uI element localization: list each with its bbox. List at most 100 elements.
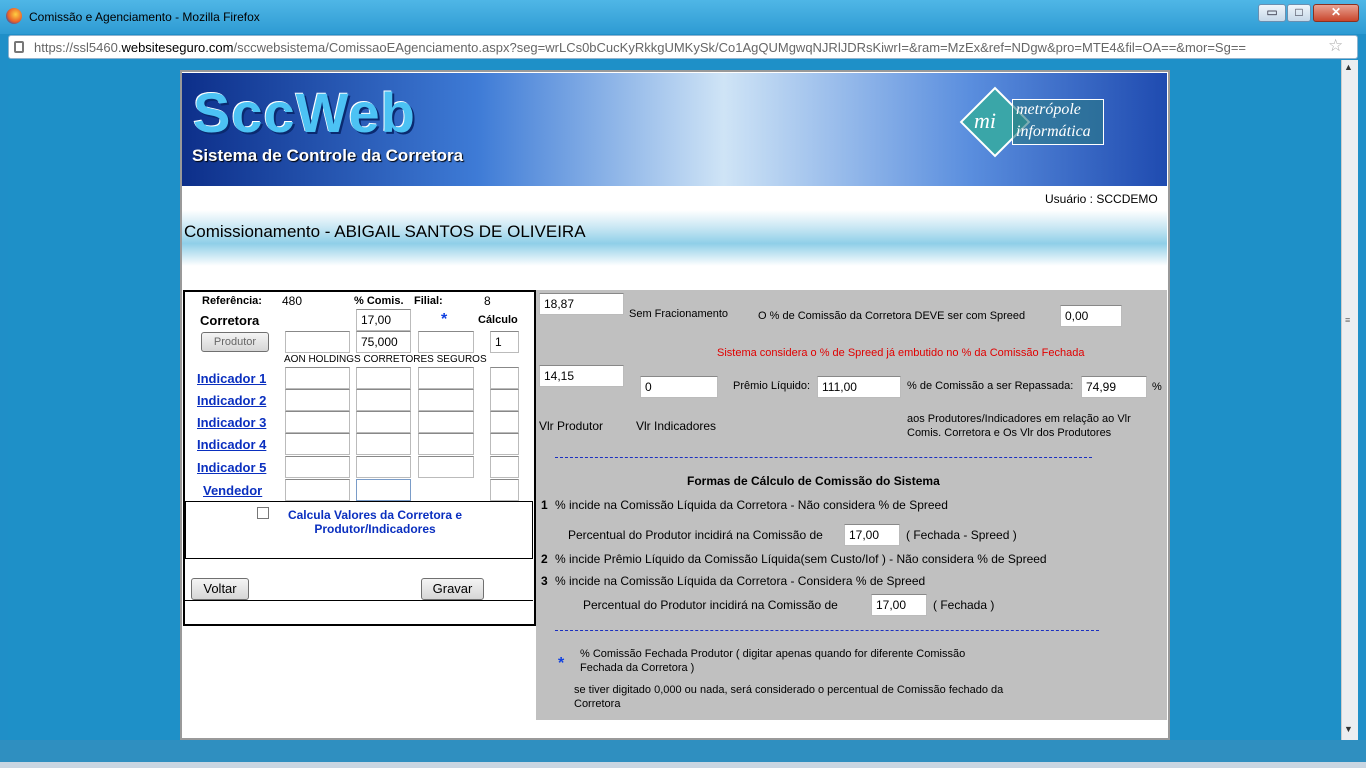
produtor-field-input[interactable]: [418, 331, 474, 353]
indicador3-link[interactable]: Indicador 3: [197, 415, 266, 430]
perc3-input[interactable]: 17,00: [871, 594, 927, 616]
indicador4-link[interactable]: Indicador 4: [197, 437, 266, 452]
logo-subtitle: Sistema de Controle da Corretora: [192, 146, 464, 165]
gravar-button[interactable]: Gravar: [421, 578, 484, 600]
calcula-label: Calcula Valores da Corretora e Produtor/…: [287, 508, 463, 536]
indicador1-comis-input[interactable]: [356, 367, 411, 389]
valor-produtor-input[interactable]: 14,15: [539, 365, 624, 387]
indicador3-code-input[interactable]: [285, 411, 350, 433]
user-label: Usuário : SCCDEMO: [1045, 192, 1158, 206]
ref-value: 480: [282, 294, 303, 308]
divider-2: [555, 630, 1099, 631]
produtor-button[interactable]: Produtor: [201, 332, 269, 352]
divider-1: [555, 457, 1092, 458]
partner-line1: metrópole: [1016, 101, 1081, 118]
window-title: Comissão e Agenciamento - Mozilla Firefo…: [29, 10, 260, 24]
status-bar: [0, 762, 1366, 768]
indicador1-field-input[interactable]: [418, 367, 474, 389]
indicador5-field-input[interactable]: [418, 456, 474, 478]
note2-line2: Corretora: [574, 698, 621, 710]
indicador1-code-input[interactable]: [285, 367, 350, 389]
vendedor-calc-input[interactable]: [490, 479, 519, 501]
required-star: *: [441, 311, 448, 328]
corretora-comis-input[interactable]: 17,00: [356, 309, 411, 331]
formula-3-text: % incide na Comissão Líquida da Corretor…: [555, 574, 926, 588]
vendedor-code-input[interactable]: [285, 479, 350, 501]
note1-line2: Fechada da Corretora ): [580, 662, 695, 674]
indicador4-field-input[interactable]: [418, 433, 474, 455]
repassada-input[interactable]: 74,99: [1081, 376, 1147, 398]
spreed-warning: Sistema considera o % de Spreed já embut…: [717, 347, 1085, 359]
indicador5-code-input[interactable]: [285, 456, 350, 478]
indicador4-code-input[interactable]: [285, 433, 350, 455]
indicador1-link[interactable]: Indicador 1: [197, 371, 266, 386]
percent-sign: %: [1152, 381, 1162, 393]
aos-note-2: Comis. Corretora e Os Vlr dos Produtores: [907, 427, 1112, 439]
premio-input[interactable]: 111,00: [817, 376, 901, 398]
vendedor-link[interactable]: Vendedor: [203, 483, 262, 498]
indicador2-link[interactable]: Indicador 2: [197, 393, 266, 408]
indicador3-comis-input[interactable]: [356, 411, 411, 433]
produtor-name: AON HOLDINGS CORRETORES SEGUROS: [284, 354, 487, 365]
indicador5-link[interactable]: Indicador 5: [197, 460, 266, 475]
filial-value: 8: [484, 294, 491, 308]
aos-note-1: aos Produtores/Indicadores em relação ao…: [907, 413, 1131, 425]
indicador2-calc-input[interactable]: [490, 389, 519, 411]
logo-title: SccWeb: [193, 81, 416, 144]
scroll-down-icon[interactable]: ▼: [1344, 724, 1353, 734]
indicador4-calc-input[interactable]: [490, 433, 519, 455]
scroll-grip-icon[interactable]: ≡: [1345, 316, 1350, 325]
sem-fracionamento-label: Sem Fracionamento: [629, 308, 729, 320]
corretora-label: Corretora: [200, 313, 260, 328]
vertical-scrollbar[interactable]: [1341, 60, 1358, 740]
vendedor-comis-input[interactable]: [356, 479, 411, 501]
indicador2-code-input[interactable]: [285, 389, 350, 411]
formula-2-text: % incide Prêmio Líquido da Comissão Líqu…: [555, 552, 1047, 566]
indicador5-calc-input[interactable]: [490, 456, 519, 478]
formula-3-number: 3: [541, 574, 548, 588]
minimize-button[interactable]: ▭: [1258, 4, 1286, 22]
indicador2-comis-input[interactable]: [356, 389, 411, 411]
indicador3-calc-input[interactable]: [490, 411, 519, 433]
formula-2-number: 2: [541, 552, 548, 566]
url-text[interactable]: https://ssl5460.websiteseguro.com/sccweb…: [34, 40, 1246, 55]
formas-title: Formas de Cálculo de Comissão do Sistema: [687, 474, 940, 488]
scroll-up-icon[interactable]: ▲: [1344, 62, 1353, 72]
produtor-code-input[interactable]: [285, 331, 350, 353]
spreed-input[interactable]: 0,00: [1060, 305, 1122, 327]
indicador1-calc-input[interactable]: [490, 367, 519, 389]
indicador5-comis-input[interactable]: [356, 456, 411, 478]
bookmark-star-icon[interactable]: ☆: [1328, 36, 1343, 56]
lock-icon[interactable]: [14, 41, 24, 53]
calculo-input[interactable]: 1: [490, 331, 519, 353]
vlr-produtor-label: Vlr Produtor: [539, 419, 604, 433]
perc3-label: Percentual do Produtor incidirá na Comis…: [583, 598, 838, 612]
perc1-input[interactable]: 17,00: [844, 524, 900, 546]
valor-comissao-input[interactable]: 18,87: [539, 293, 624, 315]
firefox-icon: [6, 8, 22, 24]
vlr-indicadores-label: Vlr Indicadores: [636, 419, 717, 433]
calculo-label: Cálculo: [478, 314, 518, 326]
comis-header: % Comis.: [354, 295, 404, 307]
perc1-suffix: ( Fechada - Spreed ): [906, 528, 1017, 542]
url-path: /sccwebsistema/ComissaoEAgenciamento.asp…: [233, 40, 1247, 55]
valor-indicadores-input[interactable]: 0: [640, 376, 718, 398]
url-prefix: https://ssl5460.: [34, 40, 122, 55]
maximize-button[interactable]: □: [1287, 4, 1311, 22]
formula-1-text: % incide na Comissão Líquida da Corretor…: [555, 498, 948, 512]
indicador4-comis-input[interactable]: [356, 433, 411, 455]
perc3-suffix: ( Fechada ): [933, 598, 995, 612]
partner-mi: mi: [974, 108, 996, 133]
close-button[interactable]: ✕: [1313, 4, 1359, 22]
voltar-button[interactable]: Voltar: [191, 578, 249, 600]
url-domain: websiteseguro.com: [121, 40, 234, 55]
ref-label: Referência:: [202, 295, 262, 307]
indicador3-field-input[interactable]: [418, 411, 474, 433]
note2-line1: se tiver digitado 0,000 ou nada, será co…: [574, 684, 1004, 696]
produtor-comis-input[interactable]: 75,000: [356, 331, 411, 353]
formula-1-number: 1: [541, 498, 548, 512]
note-star: *: [558, 655, 565, 672]
calcula-checkbox[interactable]: [257, 507, 269, 519]
note1-line1: % Comissão Fechada Produtor ( digitar ap…: [580, 648, 966, 660]
indicador2-field-input[interactable]: [418, 389, 474, 411]
